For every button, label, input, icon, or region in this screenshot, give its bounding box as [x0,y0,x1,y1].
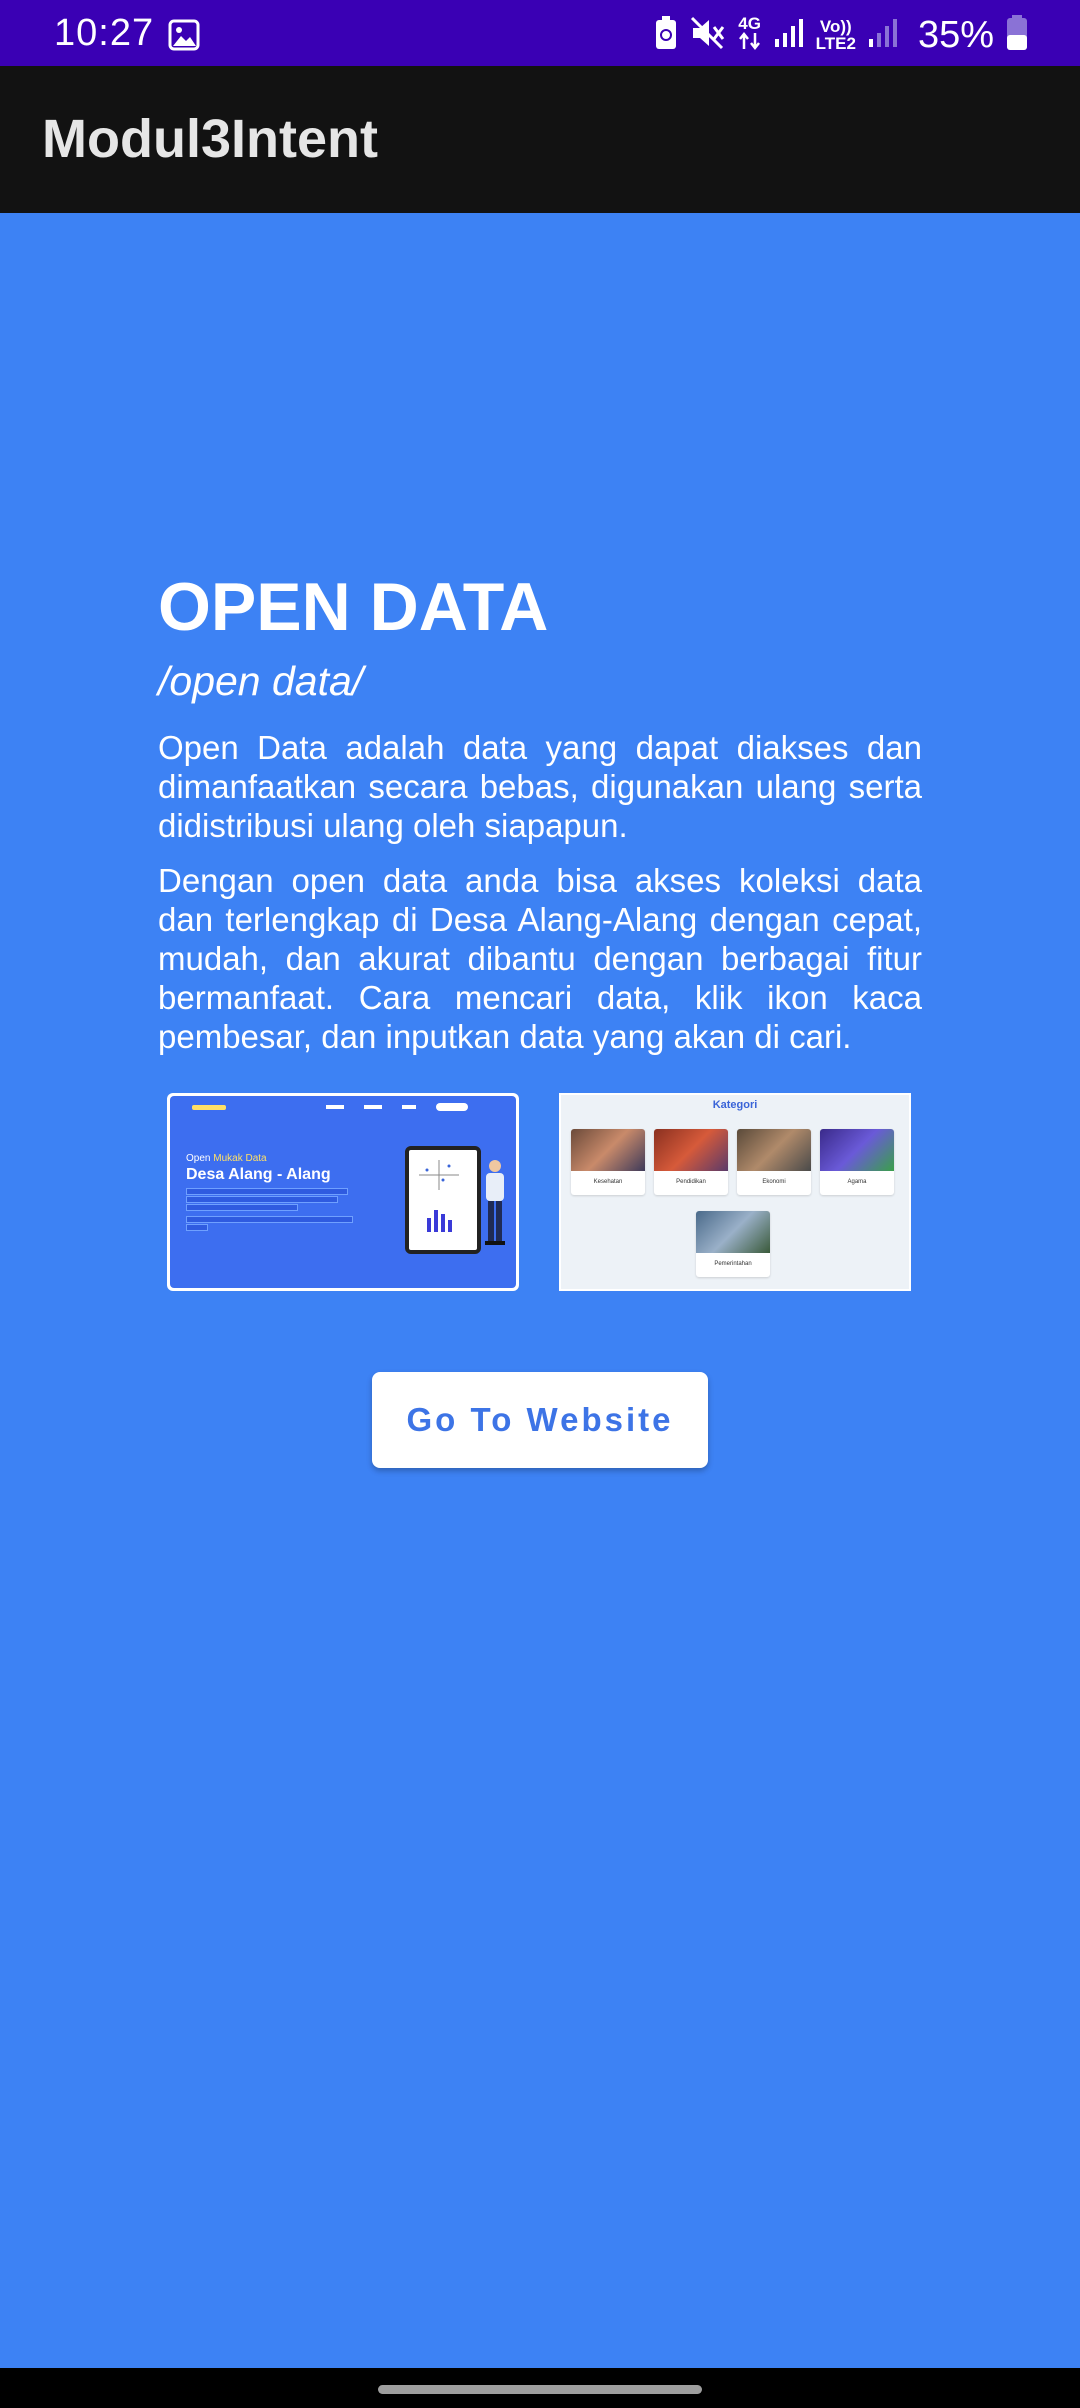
category-label: Kesehatan [593,1179,623,1185]
category-label: Pendidikan [676,1179,706,1185]
category-label: Ekonomi [762,1179,786,1185]
app-bar: Modul3Intent [0,66,1080,213]
category-label: Pemerintahan [714,1261,752,1267]
website-nav [170,1096,516,1118]
battery-percent: 35% [917,13,994,56]
description-paragraph-2: Dengan open data anda bisa akses koleksi… [158,862,922,1055]
page-title: OPEN DATA [158,569,549,645]
person-illustration [485,1160,505,1245]
website-home-screenshot: Open Mukak Data Desa Alang - Alang [167,1093,519,1291]
text-line [186,1224,208,1231]
description-paragraph-1: Open Data adalah data yang dapat diakses… [158,729,922,844]
signal-weak-icon [868,18,898,53]
text-line [186,1216,353,1223]
battery-icon [1006,14,1028,56]
category-card: Kesehatan [571,1129,645,1195]
website-headline: Desa Alang - Alang [186,1166,331,1183]
lte-label: LTE2 [815,34,856,53]
navigation-bar [0,2368,1080,2408]
text-line [186,1188,348,1195]
mute-icon [690,16,726,55]
category-card: Agama [820,1129,894,1195]
category-card: Pendidikan [654,1129,728,1195]
category-card: Pemerintahan [696,1211,770,1277]
subtitle-prefix: Open [186,1153,211,1164]
tablet-illustration [405,1146,481,1254]
signal-icon [774,18,804,53]
website-subtitle: Open Mukak Data [186,1153,267,1164]
home-gesture-handle[interactable] [378,2385,702,2394]
category-label: Agama [847,1179,867,1185]
status-icons: 4G Vo)) LTE2 35% [654,13,1028,57]
battery-saver-icon [654,15,678,56]
volte-indicator: Vo)) LTE2 [816,18,856,52]
subtitle-rest: Mukak Data [213,1153,267,1164]
categories-title: Kategori [712,1099,758,1111]
clock: 10:27 [54,12,155,54]
text-line [186,1204,298,1211]
text-line [186,1196,338,1203]
category-card: Ekonomi [737,1129,811,1195]
main-content: OPEN DATA [0,213,1080,2368]
volte-label: Vo)) [819,17,852,36]
gallery-icon [168,19,200,56]
data-arrows-icon: 4G [738,15,762,55]
network-type-label: 4G [738,14,761,33]
phonetic-text: /open data/ [158,658,364,704]
status-bar: 10:27 4G Vo)) LTE2 35% [0,0,1080,66]
app-title: Modul3Intent [42,109,378,169]
website-categories-screenshot: Kategori Kesehatan Pendidikan Ekonomi Ag… [559,1093,911,1291]
go-to-website-button[interactable]: Go To Website [372,1372,708,1468]
